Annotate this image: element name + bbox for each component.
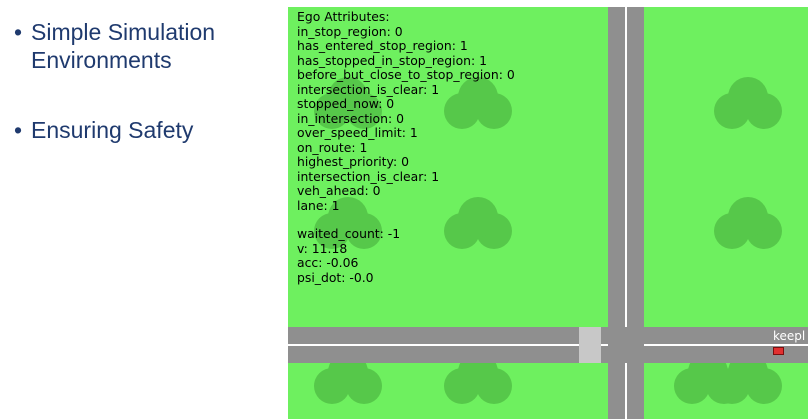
attribute-line: over_speed_limit: 1 <box>297 125 418 140</box>
attribute-line: v: 11.18 <box>297 240 348 256</box>
bullet-item: • Ensuring Safety <box>14 116 276 144</box>
bullet-text-line: Environments <box>31 47 172 73</box>
lane-marking <box>625 7 627 327</box>
attribute-line: has_stopped_in_stop_region: 1 <box>297 52 488 68</box>
attribute-line: intersection_is_clear: 1 <box>297 168 440 184</box>
attribute-line: in_intersection: 0 <box>297 110 404 126</box>
attribute-line: has_entered_stop_region: 1 <box>297 38 468 53</box>
ego-attributes-title: Ego Attributes: <box>297 9 390 24</box>
stop-region <box>579 327 601 363</box>
stat-list: waited_count: -1 v: 11.18 acc: -0.06 psi_do… <box>297 226 515 285</box>
attribute-list: in_stop_region: 0 has_entered_stop_region… <box>297 23 515 214</box>
attribute-line: highest_priority: 0 <box>297 154 409 169</box>
attribute-line: on_route: 1 <box>297 139 368 155</box>
lane-marking <box>625 363 627 419</box>
simulation-view: keepl Ego Attributes: in_stop_region: 0h… <box>288 7 808 419</box>
road-label: keepl <box>773 329 806 343</box>
bullet-text-line: Simple Simulation <box>31 19 216 45</box>
bullet-glyph: • <box>14 19 23 45</box>
bullet-text-line: Ensuring Safety <box>31 117 194 143</box>
ego-car <box>773 347 784 355</box>
tree-icon <box>714 77 782 137</box>
ego-attributes-panel: Ego Attributes: in_stop_region: 0 has_ent… <box>297 9 515 285</box>
attribute-line: intersection_is_clear: 1 <box>297 81 440 97</box>
attribute-line: lane: 1 <box>297 197 340 213</box>
attribute-line: psi_dot: -0.0 <box>297 269 374 285</box>
lane-marking <box>288 344 608 346</box>
attribute-line: in_stop_region: 0 <box>297 23 403 39</box>
attribute-line: stopped_now: 0 <box>297 96 395 111</box>
attribute-line: waited_count: -1 <box>297 226 401 241</box>
bullet-glyph: • <box>14 117 23 143</box>
attribute-line: acc: -0.06 <box>297 255 359 270</box>
slide-bullets: • Simple Simulation Environments • Ensur… <box>14 18 276 186</box>
bullet-item: • Simple Simulation Environments <box>14 18 276 74</box>
lane-marking <box>644 344 808 346</box>
tree-icon <box>714 197 782 257</box>
attribute-line: before_but_close_to_stop_region: 0 <box>297 67 515 82</box>
attribute-line: veh_ahead: 0 <box>297 183 381 198</box>
